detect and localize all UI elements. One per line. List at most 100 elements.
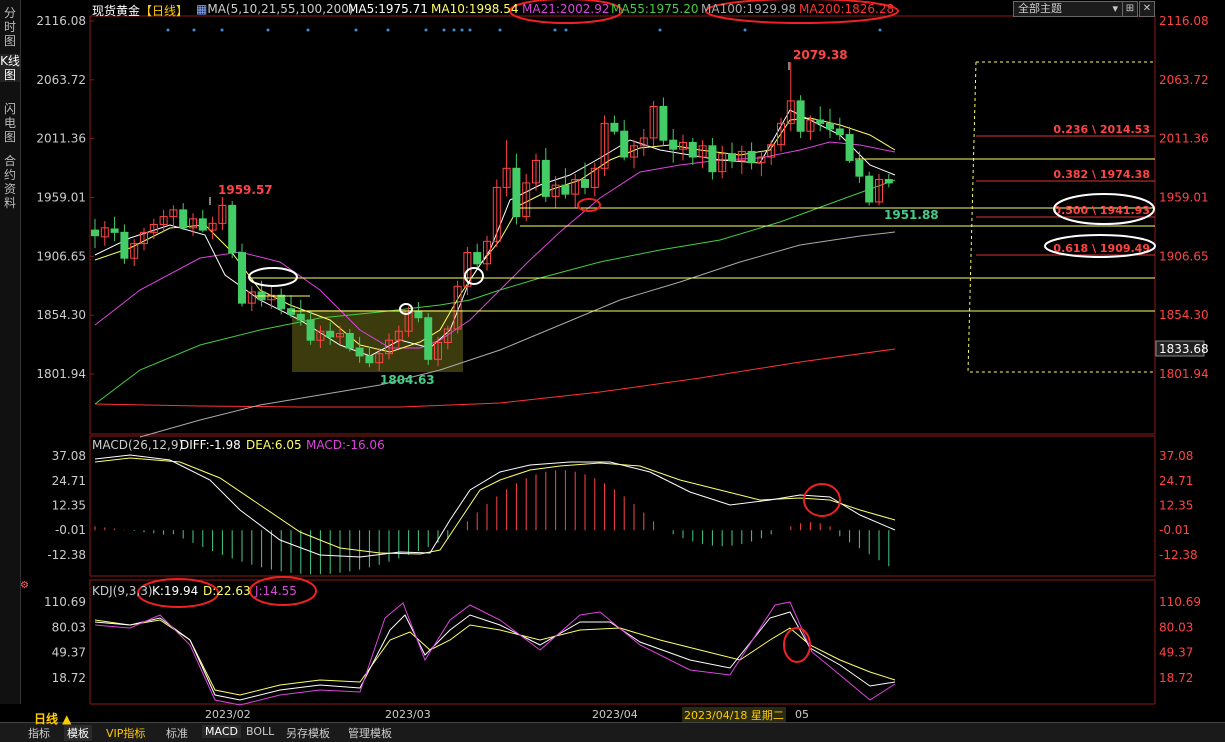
ma-icon: ▦ <box>196 2 208 16</box>
macd-dea-line <box>94 457 896 555</box>
candle-body <box>747 150 756 164</box>
event-dot-marker <box>306 28 310 32</box>
candle-body <box>326 330 335 338</box>
fib-level-label: 0.382 \ 1974.38 <box>1053 168 1150 181</box>
candle-body <box>110 228 119 233</box>
candle-body <box>669 139 678 150</box>
candle-body <box>277 294 286 310</box>
ma5-value: MA5:1975.71 <box>348 2 428 16</box>
ma-params-text: MA(5,10,21,55,100,200) <box>207 2 354 16</box>
candle-body <box>796 100 805 132</box>
chart-canvas[interactable]: 2116.08 2116.08 2063.72 2063.72 2011.36 2011.… <box>0 0 1225 722</box>
x-axis-label: 2023/04 <box>592 708 638 721</box>
symbol-name: 现货黄金 <box>92 4 141 18</box>
ma21-line <box>94 141 896 349</box>
macd-macd-value: MACD:-16.06 <box>306 438 385 452</box>
theme-select-label: 全部主题 <box>1018 2 1062 15</box>
chevron-down-icon: ▾ <box>1112 2 1118 15</box>
event-dot-marker <box>166 28 170 32</box>
highlight-ellipse <box>248 267 298 287</box>
price-axis-right-label: 2011.36 <box>1159 132 1209 146</box>
x-axis-label: 2023/02 <box>205 708 251 721</box>
candle-body <box>198 218 207 231</box>
candle-body <box>581 179 589 188</box>
tab-template[interactable]: 模板 <box>64 725 92 741</box>
event-dot-marker <box>192 28 196 32</box>
candle-body <box>365 355 374 364</box>
event-dot-marker <box>553 28 557 32</box>
kdj-k-line <box>94 611 896 701</box>
event-dot-marker <box>220 28 224 32</box>
settings-icon[interactable]: ⚙ <box>20 580 29 591</box>
kdj-params-label: KDJ(9,3,3) <box>92 584 153 598</box>
macd-axis-left-label: 24.71 <box>52 474 86 488</box>
event-dot-marker <box>442 28 446 32</box>
kdj-axis-left-label: 110.69 <box>44 595 86 609</box>
price-axis-right-label: 2116.08 <box>1159 14 1209 28</box>
macd-axis-right-label: -0.01 <box>1159 523 1190 537</box>
price-axis-right-label: 1801.94 <box>1159 367 1209 381</box>
macd-axis-left-label: 37.08 <box>52 449 86 463</box>
event-dot-marker <box>460 28 464 32</box>
tab-boll[interactable]: BOLL <box>246 725 274 738</box>
manage-template-button[interactable]: 管理模板 <box>348 725 392 741</box>
event-dot-marker <box>564 28 568 32</box>
ma-params-label: ▦MA(5,10,21,55,100,200) <box>196 2 354 16</box>
candle-body <box>287 308 295 315</box>
price-axis-left-label: 2011.36 <box>36 132 86 146</box>
kdj-panel-border <box>89 579 1156 705</box>
candle-body <box>179 209 188 229</box>
kdj-axis-right-label: 18.72 <box>1159 671 1193 685</box>
price-axis-right-label: 1854.30 <box>1159 308 1209 322</box>
period-label: 【日线】 <box>140 4 189 18</box>
candle-body <box>835 128 844 136</box>
event-dot-marker <box>452 28 456 32</box>
candle-body <box>345 332 354 349</box>
save-template-button[interactable]: 另存模板 <box>286 725 330 741</box>
macd-axis-left-label: 12.35 <box>52 499 86 513</box>
event-dot-marker <box>498 28 502 32</box>
tab-standard[interactable]: 标准 <box>166 725 188 741</box>
event-dot-marker <box>424 28 428 32</box>
close-icon[interactable]: ✕ <box>1139 1 1155 17</box>
macd-axis-right-label: 37.08 <box>1159 449 1193 463</box>
cursor-date-label: 2023/04/18 星期二 <box>682 707 786 723</box>
macd-dea-value: DEA:6.05 <box>246 438 302 452</box>
candle-body <box>845 134 854 161</box>
kdj-axis-right-label: 110.69 <box>1159 595 1201 609</box>
event-dot-marker <box>468 28 472 32</box>
macd-axis-right-label: 12.35 <box>1159 499 1193 513</box>
kdj-k-value: K:19.94 <box>152 584 199 598</box>
candle-body <box>659 105 668 141</box>
price-axis-left-label: 2116.08 <box>36 14 86 28</box>
candle-body <box>355 347 364 357</box>
candle-body <box>541 159 550 197</box>
candle-body <box>473 252 482 265</box>
macd-params-label: MACD(26,12,9) <box>92 438 184 452</box>
macd-axis-right-label: -12.38 <box>1159 548 1198 562</box>
bottom-toolbar: 日线 ▲ 指标 模板 VIP指标 标准 MACD BOLL 另存模板 管理模板 <box>0 712 1225 742</box>
tab-macd[interactable]: MACD <box>202 725 241 738</box>
macd-panel-border <box>89 435 1156 577</box>
event-dot-marker <box>878 28 882 32</box>
ma21-value: MA21:2002.92 <box>522 2 610 16</box>
ma55-value: MA55:1975.20 <box>611 2 699 16</box>
grid-icon[interactable]: ⊞ <box>1122 1 1138 17</box>
macd-axis-left-label: -12.38 <box>47 548 86 562</box>
candle-body <box>296 313 305 321</box>
price-axis-left-label: 1854.30 <box>36 308 86 322</box>
candle-body <box>865 175 874 203</box>
tab-vip-indicator[interactable]: VIP指标 <box>106 725 145 741</box>
candle-body <box>306 319 315 341</box>
candle-body <box>884 179 893 184</box>
price-axis-left-label: 2063.72 <box>36 73 86 87</box>
candle-body <box>228 204 237 254</box>
tab-indicator[interactable]: 指标 <box>28 725 50 741</box>
kdj-j-value: J:14.55 <box>255 584 297 598</box>
kdj-axis-left-label: 18.72 <box>52 671 86 685</box>
fib-level-label: 0.500 \ 1941.93 <box>1053 204 1150 217</box>
price-axis-right-label: 2063.72 <box>1159 73 1209 87</box>
kdj-axis-right-label: 49.37 <box>1159 646 1193 660</box>
candle-body <box>708 145 717 173</box>
theme-select[interactable]: 全部主题 ▾ <box>1013 1 1123 17</box>
